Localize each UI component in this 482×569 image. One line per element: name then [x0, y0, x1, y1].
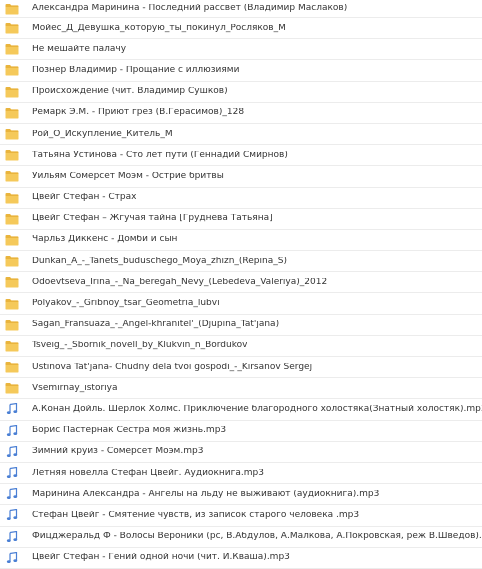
folder-icon — [0, 234, 24, 246]
folder-row[interactable]: Не мешайте палачу — [0, 39, 482, 61]
folder-icon — [0, 213, 24, 225]
folder-row[interactable]: Sagan_Fransuaza_-_Angel-khranitel'_(Djup… — [0, 315, 482, 336]
folder-row[interactable]: Рой_О_Искупление_Китель_М — [0, 124, 482, 146]
file-name: Борис Пастернак Сестра моя жизнь.mp3 — [32, 426, 227, 436]
folder-icon — [0, 340, 24, 352]
folder-row[interactable]: Vsemirnay_istoriya — [0, 378, 482, 400]
file-row[interactable]: Борис Пастернак Сестра моя жизнь.mp3 — [0, 421, 482, 442]
music-note-icon — [0, 467, 24, 479]
folder-row[interactable]: Мойес_Д_Девушка_которую_ты_покинул_Росля… — [0, 18, 482, 40]
file-name: Цвейг Стефан - Гений одной ночи (чит. И.… — [32, 553, 290, 563]
folder-name: Татьяна Устинова - Сто лет пути (Геннади… — [32, 150, 288, 160]
folder-icon — [0, 3, 24, 15]
folder-row[interactable]: Tsveig_-_Sbornik_novell_by_Klukvin_n_Bor… — [0, 336, 482, 357]
folder-name: Ремарк Э.М. - Приют грез (В.Герасимов)_1… — [32, 108, 245, 118]
folder-row[interactable]: Ustinova Tat'jana- Chudny dela tvoi gosp… — [0, 357, 482, 379]
music-note-icon — [0, 509, 24, 521]
folder-row[interactable]: Odoevtseva_Irina_-_Na_beregah_Nevy_(Lebe… — [0, 272, 482, 294]
folder-name: Dunkan_A_-_Tanets_buduschego_Moya_zhizn_… — [32, 256, 287, 266]
file-name: Летняя новелла Стефан Цвейг. Аудиокнига.… — [32, 468, 264, 478]
folder-name: Александра Маринина - Последний рассвет … — [32, 4, 348, 13]
folder-name: Чарльз Диккенс - Домби и сын — [32, 235, 178, 245]
file-row[interactable]: Маринина Александра - Ангелы на льду не … — [0, 484, 482, 506]
folder-row[interactable]: Александра Маринина - Последний рассвет … — [0, 0, 482, 18]
folder-name: Vsemirnay_istoriya — [32, 383, 118, 393]
file-row[interactable]: Летняя новелла Стефан Цвейг. Аудиокнига.… — [0, 463, 482, 485]
file-name: А.Конан Дойль. Шерлок Холмс. Приключение… — [32, 404, 482, 414]
folder-name: Tsveig_-_Sbornik_novell_by_Klukvin_n_Bor… — [32, 341, 248, 351]
folder-icon — [0, 149, 24, 161]
music-note-icon — [0, 530, 24, 543]
file-name: Маринина Александра - Ангелы на льду не … — [32, 489, 380, 499]
folder-icon — [0, 107, 24, 119]
file-list: Александра Маринина - Последний рассвет … — [0, 0, 482, 569]
folder-name: Ustinova Tat'jana- Chudny dela tvoi gosp… — [32, 362, 313, 372]
folder-row[interactable]: Уильям Сомерсет Моэм - Остриё бритвы — [0, 166, 482, 188]
folder-icon — [0, 319, 24, 331]
folder-name: Polyakov_-_Gribnoy_tsar_Geometria_lubvi — [32, 299, 220, 309]
folder-name: Происхождение (чит. Владимир Сушков) — [32, 87, 228, 97]
file-row[interactable]: А.Конан Дойль. Шерлок Холмс. Приключение… — [0, 399, 482, 421]
folder-row[interactable]: Цвейг Стефан – Жгучая тайна [Груднева Та… — [0, 209, 482, 230]
folder-name: Цвейг Стефан - Страх — [32, 193, 137, 203]
folder-icon — [0, 86, 24, 98]
file-name: Фицджеральд Ф - Волосы Вероники (рс, В.А… — [32, 532, 482, 542]
folder-name: Sagan_Fransuaza_-_Angel-khranitel'_(Djup… — [32, 320, 280, 330]
music-note-icon — [0, 445, 24, 458]
folder-row[interactable]: Ремарк Э.М. - Приют грез (В.Герасимов)_1… — [0, 103, 482, 124]
folder-icon — [0, 255, 24, 267]
folder-icon — [0, 298, 24, 310]
folder-name: Уильям Сомерсет Моэм - Остриё бритвы — [32, 171, 224, 181]
folder-icon — [0, 128, 24, 140]
file-row[interactable]: Зимний круиз - Сомерсет Моэм.mp3 — [0, 442, 482, 463]
folder-row[interactable]: Цвейг Стефан - Страх — [0, 188, 482, 209]
folder-name: Odoevtseva_Irina_-_Na_beregah_Nevy_(Lebe… — [32, 277, 328, 287]
music-note-icon — [0, 488, 24, 500]
music-note-icon — [0, 551, 24, 564]
music-note-icon — [0, 424, 24, 437]
file-row[interactable]: Стефан Цвейг - Смятение чувств, из запис… — [0, 505, 482, 527]
folder-icon — [0, 170, 24, 182]
folder-icon — [0, 22, 24, 34]
folder-icon — [0, 64, 24, 76]
folder-name: Цвейг Стефан – Жгучая тайна [Груднева Та… — [32, 214, 273, 224]
folder-row[interactable]: Чарльз Диккенс - Домби и сын — [0, 230, 482, 252]
folder-name: Познер Владимир - Прощание с иллюзиями — [32, 65, 240, 75]
folder-row[interactable]: Polyakov_-_Gribnoy_tsar_Geometria_lubvi — [0, 293, 482, 315]
folder-row[interactable]: Познер Владимир - Прощание с иллюзиями — [0, 60, 482, 82]
folder-row[interactable]: Dunkan_A_-_Tanets_buduschego_Moya_zhizn_… — [0, 251, 482, 273]
file-row[interactable]: Цвейг Стефан - Гений одной ночи (чит. И.… — [0, 548, 482, 569]
folder-name: Мойес_Д_Девушка_которую_ты_покинул_Росля… — [32, 23, 286, 33]
folder-icon — [0, 43, 24, 55]
folder-icon — [0, 361, 24, 373]
folder-row[interactable]: Происхождение (чит. Владимир Сушков) — [0, 82, 482, 103]
file-name: Стефан Цвейг - Смятение чувств, из запис… — [32, 510, 360, 520]
file-row[interactable]: Фицджеральд Ф - Волосы Вероники (рс, В.А… — [0, 527, 482, 548]
file-name: Зимний круиз - Сомерсет Моэм.mp3 — [32, 447, 204, 457]
folder-icon — [0, 276, 24, 288]
folder-icon — [0, 192, 24, 204]
music-note-icon — [0, 403, 24, 415]
folder-row[interactable]: Татьяна Устинова - Сто лет пути (Геннади… — [0, 145, 482, 167]
folder-icon — [0, 382, 24, 394]
folder-name: Не мешайте палачу — [32, 44, 127, 54]
folder-name: Рой_О_Искупление_Китель_М — [32, 129, 173, 139]
